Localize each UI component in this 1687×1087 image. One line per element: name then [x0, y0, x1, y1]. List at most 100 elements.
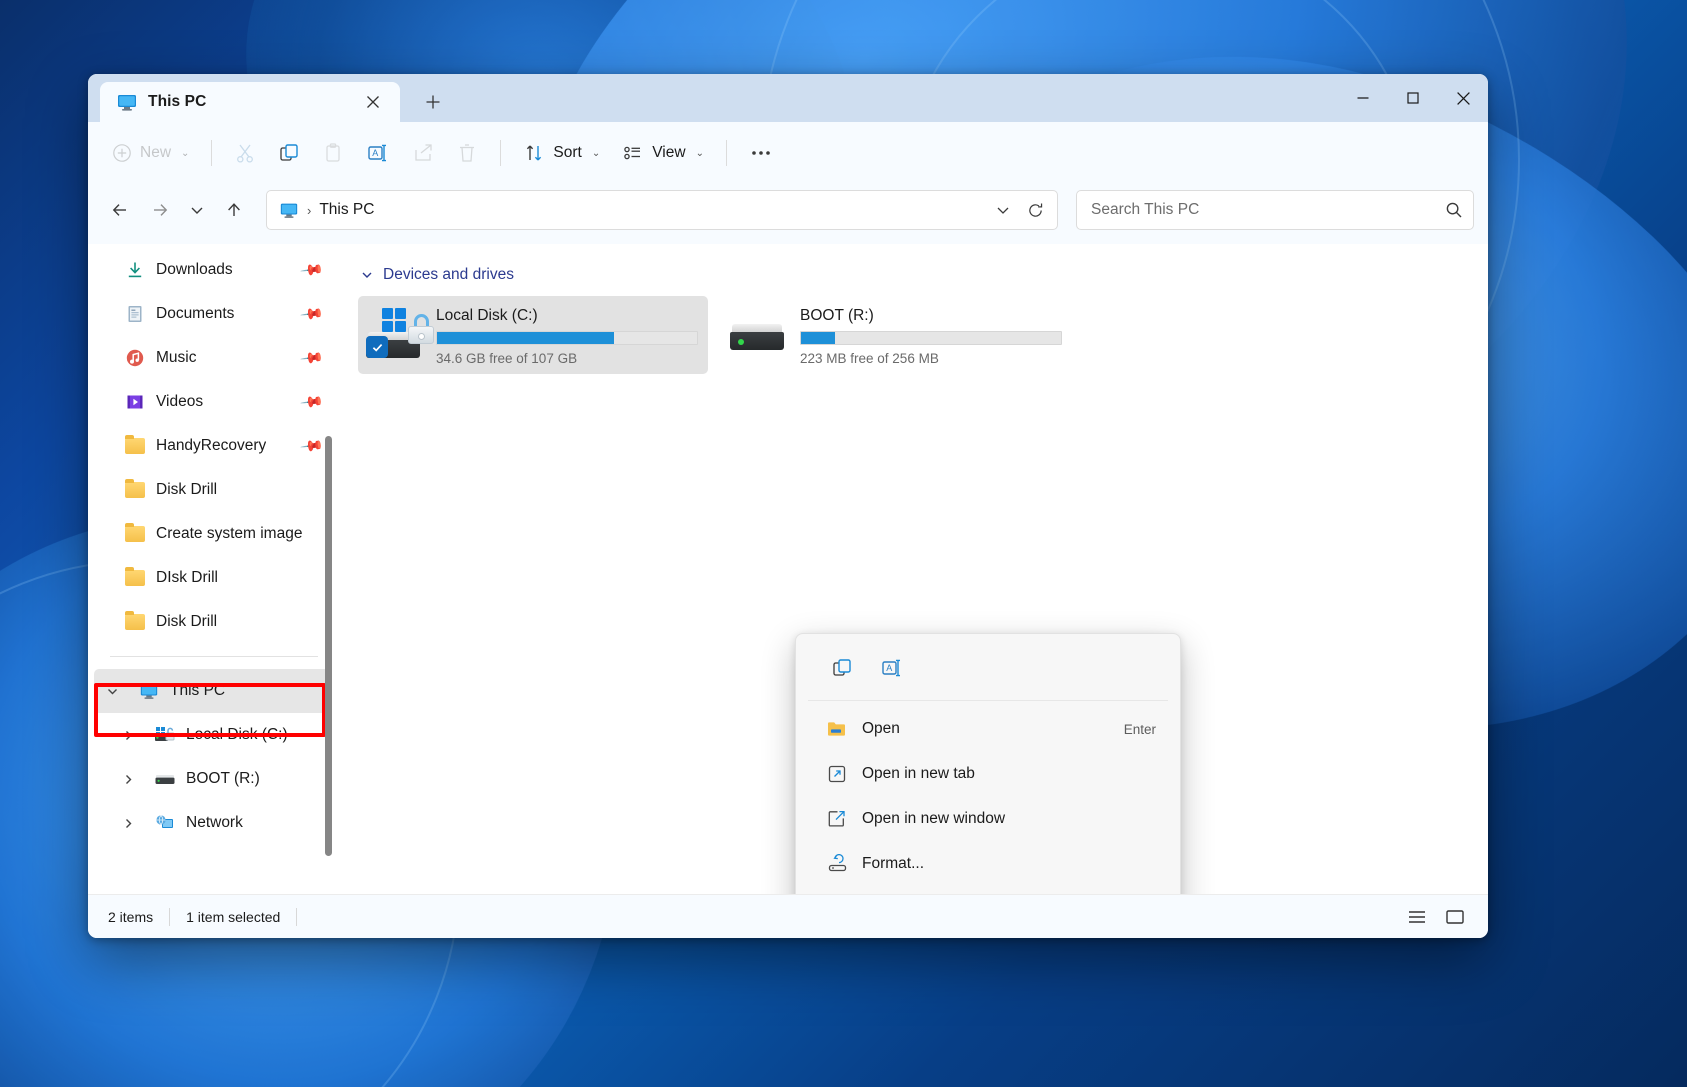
devices-and-drives-header[interactable]: Devices and drives [360, 266, 1488, 284]
bitlocker-unlocked-icon [408, 314, 434, 344]
context-menu-item-open-in-new-tab[interactable]: Open in new tab [804, 752, 1172, 796]
sidebar-item-boot-r[interactable]: BOOT (R:) [94, 757, 330, 801]
breadcrumb-current: This PC [319, 201, 374, 219]
close-tab-icon[interactable] [358, 87, 388, 117]
address-dropdown-button[interactable] [987, 194, 1019, 226]
folder-icon [124, 611, 146, 633]
sidebar-item-videos[interactable]: Videos 📌 [94, 380, 330, 424]
chevron-right-icon[interactable] [122, 729, 144, 742]
context-menu-item-shortcut: Enter [1124, 722, 1156, 737]
refresh-button[interactable] [1019, 194, 1051, 226]
new-tab-icon[interactable] [418, 87, 448, 117]
chevron-down-icon[interactable] [106, 685, 128, 698]
search-input[interactable] [1091, 201, 1445, 219]
ellipsis-icon [749, 142, 773, 164]
search-box[interactable] [1076, 190, 1474, 230]
paste-button[interactable] [312, 133, 354, 173]
rename-icon: A [366, 142, 390, 164]
sidebar-item-label: This PC [170, 682, 225, 700]
details-view-icon[interactable] [1400, 902, 1434, 932]
share-button[interactable] [402, 133, 444, 173]
drive-free-space: 223 MB free of 256 MB [800, 351, 1062, 366]
drive-icon [730, 308, 792, 362]
sidebar-item-disk-drill-3[interactable]: Disk Drill [94, 600, 330, 644]
sidebar-item-local-disk-c[interactable]: Local Disk (C:) [94, 713, 330, 757]
this-pc-icon [116, 91, 138, 113]
rename-icon[interactable]: A [872, 650, 912, 686]
sidebar-item-label: HandyRecovery [156, 437, 266, 455]
sidebar-item-handyrecovery[interactable]: HandyRecovery 📌 [94, 424, 330, 468]
sidebar-item-music[interactable]: Music 📌 [94, 336, 330, 380]
sidebar-item-label: Downloads [156, 261, 233, 279]
copy-icon[interactable] [822, 650, 862, 686]
sidebar-item-label: Local Disk (C:) [186, 726, 288, 744]
pin-icon[interactable]: 📌 [300, 345, 326, 371]
context-menu-item-open[interactable]: Open Enter [804, 707, 1172, 751]
context-menu-item-open-in-new-window[interactable]: Open in new window [804, 797, 1172, 841]
drive-tile-local-disk-c[interactable]: Local Disk (C:) 34.6 GB free of 107 GB [358, 296, 708, 374]
sidebar-item-label: Disk Drill [156, 613, 217, 631]
close-button[interactable] [1438, 74, 1488, 122]
search-icon[interactable] [1445, 201, 1463, 219]
sidebar-item-label: Disk Drill [156, 481, 217, 499]
forward-button[interactable] [142, 192, 178, 228]
pin-icon[interactable]: 📌 [300, 301, 326, 327]
sort-label: Sort [553, 144, 581, 162]
breadcrumb-separator: › [307, 203, 311, 218]
see-more-button[interactable] [739, 133, 783, 173]
minimize-button[interactable] [1338, 74, 1388, 122]
toolbar-divider [500, 140, 501, 166]
sidebar-item-downloads[interactable]: Downloads 📌 [94, 248, 330, 292]
sidebar-item-label: BOOT (R:) [186, 770, 260, 788]
view-icon [622, 142, 644, 164]
view-button[interactable]: View ⌄ [612, 133, 714, 173]
selection-checkbox[interactable] [366, 336, 388, 358]
sort-icon [523, 142, 545, 164]
sidebar-item-network[interactable]: Network [94, 801, 330, 845]
capacity-bar-fill [437, 332, 614, 344]
this-pc-icon [138, 680, 160, 702]
sidebar-item-label: Videos [156, 393, 203, 411]
back-button[interactable] [102, 192, 138, 228]
sidebar-item-label: Documents [156, 305, 234, 323]
address-bar[interactable]: › This PC [266, 190, 1058, 230]
network-icon [154, 812, 176, 834]
sidebar-item-disk-drill-1[interactable]: Disk Drill [94, 468, 330, 512]
up-button[interactable] [216, 192, 252, 228]
context-menu-item-pin-to-quick-access[interactable]: Pin to Quick access [804, 887, 1172, 894]
drive-tile-boot-r[interactable]: BOOT (R:) 223 MB free of 256 MB [722, 296, 1072, 374]
recent-locations-button[interactable] [182, 192, 212, 228]
sidebar-item-this-pc[interactable]: This PC [94, 669, 330, 713]
status-divider [296, 908, 297, 926]
sidebar-item-label: Create system image [156, 525, 302, 543]
tab-this-pc[interactable]: This PC [100, 82, 400, 122]
delete-button[interactable] [446, 133, 488, 173]
sort-button[interactable]: Sort ⌄ [513, 133, 610, 173]
context-menu: A Open Enter [795, 633, 1181, 894]
large-icons-view-icon[interactable] [1438, 902, 1472, 932]
new-button[interactable]: New ⌄ [102, 133, 199, 173]
copy-button[interactable] [268, 133, 310, 173]
sidebar-item-documents[interactable]: Documents 📌 [94, 292, 330, 336]
rename-button[interactable]: A [356, 133, 400, 173]
share-icon [412, 142, 434, 164]
pin-icon[interactable]: 📌 [300, 257, 326, 283]
sidebar-item-create-system-image[interactable]: Create system image [94, 512, 330, 556]
maximize-button[interactable] [1388, 74, 1438, 122]
cut-button[interactable] [224, 133, 266, 173]
documents-icon [124, 303, 146, 325]
chevron-right-icon[interactable] [122, 817, 144, 830]
chevron-right-icon[interactable] [122, 773, 144, 786]
context-menu-item-label: Open in new tab [862, 765, 1142, 783]
folder-open-icon [826, 718, 848, 740]
tab-label: This PC [148, 93, 348, 111]
context-menu-item-format[interactable]: Format... [804, 842, 1172, 886]
drive-meta: Local Disk (C:) 34.6 GB free of 107 GB [436, 305, 698, 366]
pin-icon[interactable]: 📌 [300, 433, 326, 459]
sidebar-item-disk-drill-2[interactable]: DIsk Drill [94, 556, 330, 600]
pin-icon[interactable]: 📌 [300, 389, 326, 415]
file-explorer-window: This PC New [88, 74, 1488, 938]
sidebar-item-label: Music [156, 349, 196, 367]
sidebar-scrollbar[interactable] [325, 436, 332, 856]
chevron-down-icon[interactable] [360, 268, 374, 282]
